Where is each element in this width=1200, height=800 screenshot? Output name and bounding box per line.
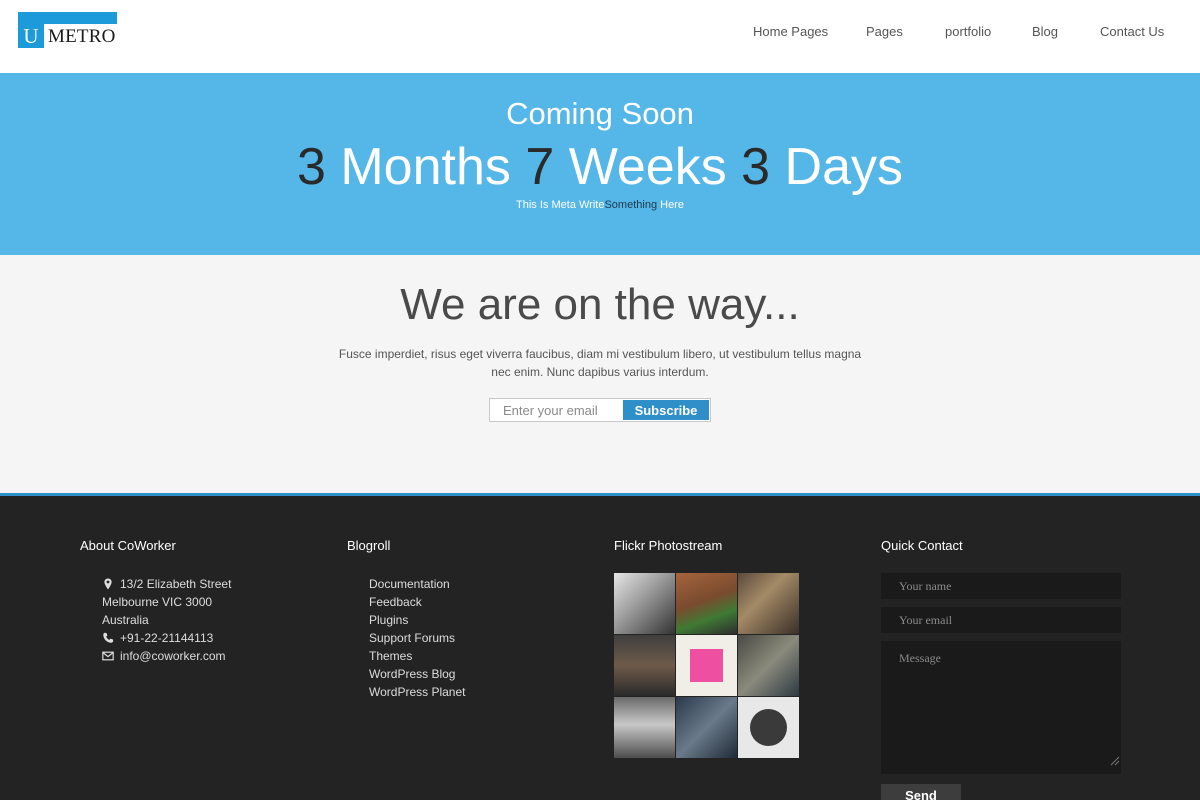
flickr-photo[interactable]: [738, 573, 799, 634]
countdown-weeks-label: Weeks: [568, 138, 727, 196]
flickr-photo[interactable]: [614, 697, 675, 758]
flickr-photo[interactable]: [614, 573, 675, 634]
flickr-photo[interactable]: [676, 573, 737, 634]
blogroll-link-themes[interactable]: Themes: [369, 647, 549, 665]
meta-part3: Something: [604, 199, 658, 211]
blogroll-link-documentation[interactable]: Documentation: [369, 575, 549, 593]
nav-contact-us[interactable]: Contact Us: [1100, 24, 1164, 39]
flickr-photo-portrait: [750, 709, 787, 746]
site-footer: About CoWorker 13/2 Elizabeth Street Mel…: [0, 493, 1200, 800]
contact-email-input[interactable]: [881, 607, 1121, 633]
countdown-months-label: Months: [340, 138, 511, 196]
about-title: About CoWorker: [80, 538, 176, 553]
nav-pages[interactable]: Pages: [866, 24, 903, 39]
blogroll-link-plugins[interactable]: Plugins: [369, 611, 549, 629]
flickr-photo-grid: [614, 573, 800, 759]
contact-message-textarea[interactable]: [881, 641, 1121, 774]
countdown-days-value: 3: [741, 138, 771, 196]
logo-bar: [18, 12, 117, 24]
hero-title: Coming Soon: [506, 96, 694, 131]
envelope-icon: [102, 651, 114, 661]
blogroll-title: Blogroll: [347, 538, 391, 553]
flickr-photo[interactable]: [738, 635, 799, 696]
site-header: U METRO Home Pages Pages portfolio Blog …: [0, 0, 1200, 73]
nav-blog[interactable]: Blog: [1032, 24, 1058, 39]
hero-banner: Coming Soon 3 Months 7 Weeks 3 Days This…: [0, 73, 1200, 255]
flickr-photo[interactable]: [738, 697, 799, 758]
nav-home-pages[interactable]: Home Pages: [753, 24, 828, 39]
email-address[interactable]: info@coworker.com: [120, 647, 226, 665]
address-line2: Melbourne VIC 3000: [102, 595, 213, 609]
subscribe-email-input[interactable]: [490, 399, 623, 421]
phone-number: +91-22-21144113: [120, 631, 214, 645]
countdown-days-label: Days: [784, 138, 904, 196]
meta-part4: Here: [660, 199, 684, 211]
flickr-title: Flickr Photostream: [614, 538, 723, 553]
main-nav: Home Pages Pages portfolio Blog Contact …: [0, 24, 1200, 42]
main-description: Fusce imperdiet, risus eget viverra fauc…: [338, 347, 862, 379]
flickr-photo[interactable]: [614, 635, 675, 696]
address-line3: Australia: [102, 613, 149, 627]
nav-portfolio[interactable]: portfolio: [945, 24, 991, 39]
about-contact-info: 13/2 Elizabeth Street Melbourne VIC 3000…: [102, 575, 302, 665]
subscribe-button[interactable]: Subscribe: [623, 400, 709, 420]
flickr-photo-note: [690, 649, 723, 682]
blogroll-link-support-forums[interactable]: Support Forums: [369, 629, 549, 647]
quick-contact-title: Quick Contact: [881, 538, 963, 553]
main-section: We are on the way... Fusce imperdiet, ri…: [0, 255, 1200, 494]
hero-meta: This Is Meta WriteSomething Here: [0, 199, 1200, 211]
map-marker-icon: [104, 578, 112, 590]
countdown: 3 Months 7 Weeks 3 Days: [0, 137, 1200, 197]
countdown-weeks-value: 7: [525, 138, 555, 196]
blogroll-link-feedback[interactable]: Feedback: [369, 593, 549, 611]
blogroll-link-wordpress-blog[interactable]: WordPress Blog: [369, 665, 549, 683]
phone-icon: [103, 632, 114, 643]
blogroll-list: Documentation Feedback Plugins Support F…: [369, 575, 549, 701]
flickr-photo[interactable]: [676, 635, 737, 696]
flickr-photo[interactable]: [676, 697, 737, 758]
resize-grip-icon[interactable]: [1110, 756, 1120, 766]
contact-name-input[interactable]: [881, 573, 1121, 599]
subscribe-form: Subscribe: [489, 398, 711, 422]
address-line1: 13/2 Elizabeth Street: [120, 577, 232, 591]
countdown-months-value: 3: [296, 138, 326, 196]
blogroll-link-wordpress-planet[interactable]: WordPress Planet: [369, 683, 549, 701]
meta-part2: Write: [579, 199, 605, 211]
contact-send-button[interactable]: Send: [881, 784, 961, 800]
main-title: We are on the way...: [400, 280, 800, 329]
meta-part1: This Is Meta: [516, 199, 576, 211]
